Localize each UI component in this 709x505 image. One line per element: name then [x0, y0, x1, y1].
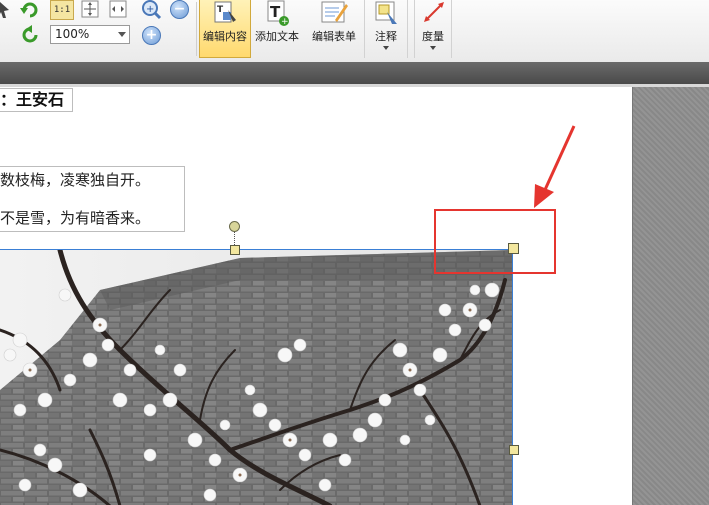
resize-handle-middle-right[interactable] — [509, 445, 519, 455]
annotate-icon — [373, 0, 399, 26]
rotation-handle[interactable] — [229, 221, 240, 232]
add-text-button[interactable]: T + 添加文本 — [252, 0, 302, 58]
edit-content-button[interactable]: T 编辑内容 — [199, 0, 251, 58]
zoom-in-icon[interactable]: + — [142, 26, 161, 45]
poem-line-2: 不是雪，为有暗香来。 — [0, 209, 151, 227]
svg-text:+: + — [281, 17, 289, 27]
fit-width-icon[interactable] — [108, 0, 128, 18]
zoom-select[interactable]: 100% — [50, 25, 130, 44]
measure-button[interactable]: 度量 — [414, 0, 452, 58]
rotate-right-icon[interactable] — [20, 25, 40, 45]
svg-text:+: + — [146, 4, 154, 15]
svg-text:T: T — [270, 3, 281, 21]
zoom-tool-icon[interactable]: + — [140, 0, 162, 20]
red-arrow-icon — [534, 125, 576, 208]
edit-content-label: 编辑内容 — [203, 30, 247, 43]
toolbar-bottom-band — [0, 62, 709, 84]
add-text-label: 添加文本 — [255, 30, 299, 43]
edit-form-icon — [319, 0, 349, 29]
chevron-down-icon — [430, 46, 436, 50]
toolbar-divider — [196, 2, 197, 56]
chevron-down-icon — [118, 32, 126, 37]
measure-label: 度量 — [422, 30, 444, 43]
highlight-rectangle — [434, 209, 556, 274]
actual-size-button[interactable]: 1:1 — [50, 0, 74, 20]
annotate-button[interactable]: 注释 — [364, 0, 408, 58]
rotate-left-icon[interactable] — [20, 0, 40, 20]
zoom-out-icon[interactable]: − — [170, 0, 189, 19]
chevron-down-icon — [383, 46, 389, 50]
poem-line-1: 数枝梅，凌寒独自开。 — [0, 171, 151, 189]
fit-page-icon[interactable] — [80, 0, 100, 18]
edit-content-icon: T — [212, 0, 238, 29]
author-text: ：王安石 — [0, 90, 65, 109]
plum-blossom-drawing — [0, 250, 512, 505]
measure-icon — [421, 0, 447, 26]
annotate-label: 注释 — [375, 30, 397, 43]
author-text-box[interactable]: ：王安石 — [0, 88, 73, 112]
plum-blossom-image[interactable] — [0, 249, 513, 505]
edit-form-button[interactable]: 编辑表单 — [307, 0, 361, 58]
zoom-value: 100% — [55, 27, 90, 41]
add-text-icon: T + — [264, 0, 290, 31]
edit-form-label: 编辑表单 — [312, 30, 356, 43]
resize-handle-top-middle[interactable] — [230, 245, 240, 255]
ribbon-toolbar: 1:1 100% + − + T 编辑内容 T + 添加文本 编辑表单 注释 度… — [0, 0, 709, 63]
poem-text-box[interactable]: 数枝梅，凌寒独自开。 不是雪，为有暗香来。 — [0, 166, 185, 232]
select-tool-icon[interactable] — [0, 2, 10, 20]
svg-text:T: T — [217, 5, 224, 15]
